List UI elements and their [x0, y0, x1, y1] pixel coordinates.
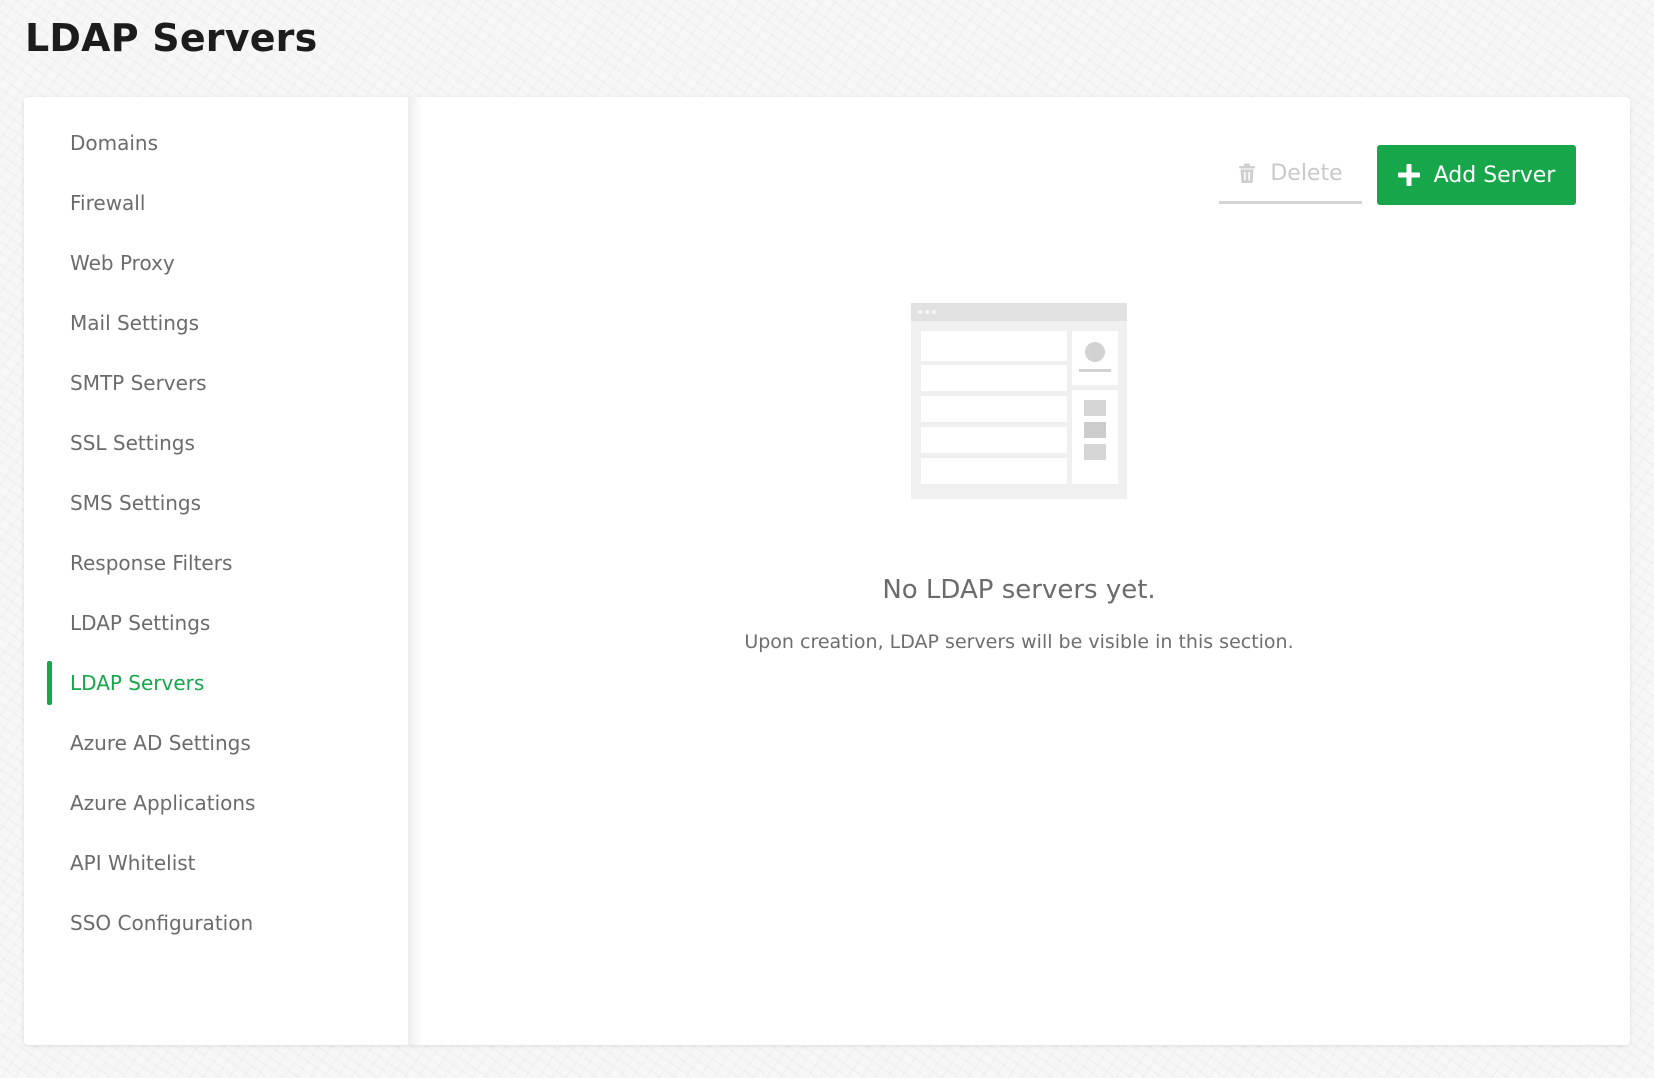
plus-icon — [1397, 164, 1420, 186]
sidebar-item-ldap-settings[interactable]: LDAP Settings — [24, 593, 408, 653]
trash-icon — [1238, 163, 1256, 184]
toolbar: Delete Add Server — [1219, 145, 1576, 205]
sidebar-item-ldap-servers[interactable]: LDAP Servers — [24, 653, 408, 713]
empty-state-title: No LDAP servers yet. — [882, 575, 1156, 605]
delete-button[interactable]: Delete — [1219, 146, 1362, 204]
page-title: LDAP Servers — [25, 16, 318, 60]
sidebar-item-smtp-servers[interactable]: SMTP Servers — [24, 353, 408, 413]
settings-card: Domains Firewall Web Proxy Mail Settings… — [24, 97, 1630, 1045]
sidebar-item-azure-ad-settings[interactable]: Azure AD Settings — [24, 713, 408, 773]
main-content: Delete Add Server No LDAP servers yet. U… — [408, 97, 1630, 1045]
empty-list-illustration-icon — [911, 303, 1127, 499]
sidebar-item-firewall[interactable]: Firewall — [24, 173, 408, 233]
sidebar-item-api-whitelist[interactable]: API Whitelist — [24, 833, 408, 893]
sidebar-item-response-filters[interactable]: Response Filters — [24, 533, 408, 593]
delete-button-label: Delete — [1270, 161, 1343, 186]
sidebar-item-azure-applications[interactable]: Azure Applications — [24, 773, 408, 833]
sidebar-item-web-proxy[interactable]: Web Proxy — [24, 233, 408, 293]
sidebar-item-domains[interactable]: Domains — [24, 113, 408, 173]
sidebar-item-sso-configuration[interactable]: SSO Configuration — [24, 893, 408, 953]
empty-state-subtitle: Upon creation, LDAP servers will be visi… — [744, 631, 1294, 653]
add-server-button[interactable]: Add Server — [1377, 145, 1576, 205]
settings-nav-list: Domains Firewall Web Proxy Mail Settings… — [24, 113, 408, 953]
empty-state: No LDAP servers yet. Upon creation, LDAP… — [408, 303, 1630, 653]
sidebar-item-sms-settings[interactable]: SMS Settings — [24, 473, 408, 533]
sidebar-item-mail-settings[interactable]: Mail Settings — [24, 293, 408, 353]
settings-sidebar: Domains Firewall Web Proxy Mail Settings… — [24, 97, 408, 1045]
sidebar-item-ssl-settings[interactable]: SSL Settings — [24, 413, 408, 473]
add-server-button-label: Add Server — [1433, 162, 1556, 188]
